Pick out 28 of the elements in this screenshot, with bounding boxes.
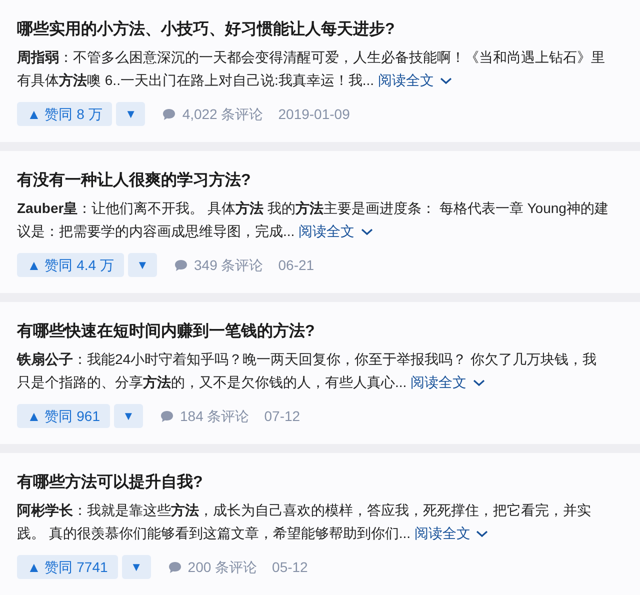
read-more-link[interactable]: 阅读全文 xyxy=(414,522,488,545)
answer-date: 2019-01-09 xyxy=(278,104,350,124)
answer-excerpt: 周指弱：不管多么困意深沉的一天都会变得清醒可爱，人生必备技能啊！《当和尚遇上钻石》里有具体方法噢 6..一天出门在路上对自己说:我真幸运！我... 阅读全文 xyxy=(17,46,610,92)
upvote-button[interactable]: ▲ 赞同 961 xyxy=(17,404,110,428)
answer-date: 07-12 xyxy=(264,406,300,426)
question-title[interactable]: 哪些实用的小方法、小技巧、好习惯能让人每天进步? xyxy=(17,20,395,40)
answer-excerpt: 铁扇公子：我能24小时守着知乎吗？晚一两天回复你，你至于举报我吗？ 你欠了几万块钱，我只是个指路的、分享方法的，又不是欠你钱的人，有些人真心... 阅读全文 xyxy=(17,348,610,394)
downvote-button[interactable]: ▼ xyxy=(128,253,157,277)
upvote-button[interactable]: ▲ 赞同 4.4 万 xyxy=(17,253,124,277)
downvote-button[interactable]: ▼ xyxy=(122,555,151,579)
answer-date: 06-21 xyxy=(278,256,314,274)
comments-link[interactable]: 4,022 条评论 xyxy=(162,104,264,124)
read-more-link[interactable]: 阅读全文 xyxy=(298,220,373,243)
downvote-button[interactable]: ▼ xyxy=(114,404,143,428)
question-title[interactable]: 有哪些方法可以提升自我? xyxy=(17,473,203,493)
upvote-button[interactable]: ▲ 赞同 8 万 xyxy=(17,102,112,126)
downvote-button[interactable]: ▼ xyxy=(116,102,146,126)
question-title[interactable]: 有哪些快速在短时间内赚到一笔钱的方法? xyxy=(17,322,315,342)
read-more-link[interactable]: 阅读全文 xyxy=(378,69,452,92)
comments-link[interactable]: 184 条评论 xyxy=(160,406,250,426)
read-more-link[interactable]: 阅读全文 xyxy=(410,371,485,394)
upvote-button[interactable]: ▲ 赞同 7741 xyxy=(17,555,118,579)
question-title[interactable]: 有没有一种让人很爽的学习方法? xyxy=(17,171,251,191)
comments-link[interactable]: 200 条评论 xyxy=(168,556,258,578)
comments-link[interactable]: 349 条评论 xyxy=(174,254,264,276)
answer-excerpt: 阿彬学长：我就是靠这些方法，成长为自己喜欢的模样，答应我，死死撑住，把它看完，并实践。 真的很羡慕你们能够看到这篇文章，希望能够帮助到你们... 阅读全文 xyxy=(17,499,610,545)
answer-excerpt: Zauber皇：让他们离不开我。 具体方法 我的方法主要是画进度条： 每格代表一章 Young神的建议是：把需要学的内容画成思维导图，完成... 阅读全文 xyxy=(17,197,610,243)
answer-date: 05-12 xyxy=(272,558,308,576)
